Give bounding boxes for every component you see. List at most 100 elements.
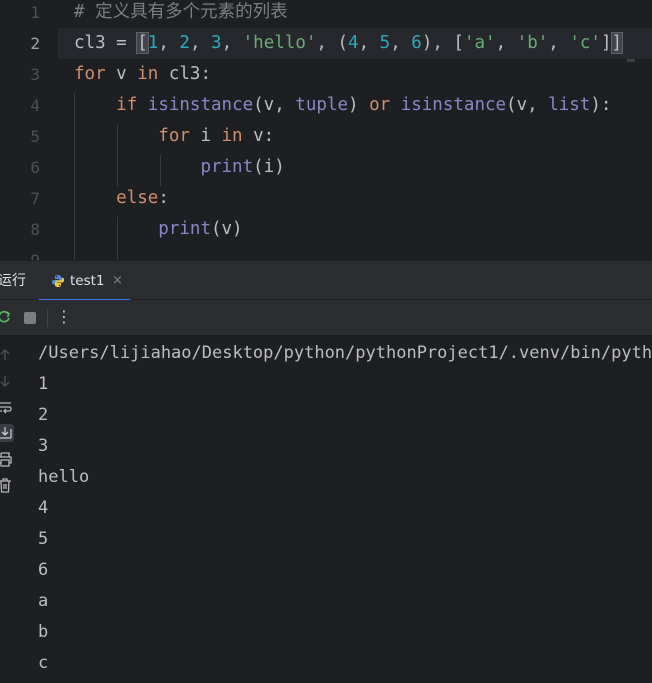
code-token: else — [116, 188, 159, 208]
line-number: 7 — [30, 189, 40, 208]
code-token: cl3 = — [74, 33, 138, 53]
line-number: 1 — [30, 3, 40, 22]
trash-icon[interactable] — [0, 476, 14, 494]
code-line[interactable]: else: — [74, 183, 652, 214]
code-token: print — [200, 157, 254, 177]
console-output-line: 3 — [38, 436, 49, 456]
console-output-line: 1 — [38, 374, 49, 394]
run-tabbar: 运行 test1 × — [0, 260, 652, 302]
run-toolbar: ⋮ — [0, 300, 652, 336]
code-token: 'hello' — [242, 33, 317, 53]
code-token: in — [137, 64, 159, 84]
tab-test1[interactable]: test1 × — [38, 261, 131, 302]
code-line[interactable]: cl3 = [1, 2, 3, 'hello', (4, 5, 6), ['a'… — [58, 28, 652, 59]
soft-wrap-icon[interactable] — [0, 398, 14, 416]
console-side-toolbar — [0, 336, 18, 683]
console-output-line: 2 — [38, 405, 49, 425]
console-output-line: 5 — [38, 529, 49, 549]
code-token: v: — [242, 126, 275, 146]
code-line[interactable]: print(v) — [74, 214, 652, 245]
python-file-icon — [52, 275, 64, 287]
code-token: 'c' — [569, 33, 601, 53]
code-token: i — [189, 126, 222, 146]
console-output[interactable]: /Users/lijiahao/Desktop/python/pythonPro… — [38, 336, 652, 683]
code-token: 1 — [147, 33, 159, 53]
code-token: : — [158, 188, 169, 208]
stop-icon[interactable] — [24, 312, 36, 324]
code-token: cl3: — [158, 64, 211, 84]
ide-window: 123456789# 定义具有多个元素的列表cl3 = [1, 2, 3, 'h… — [0, 0, 652, 683]
code-token: isinstance — [400, 95, 507, 115]
code-token: v — [105, 64, 138, 84]
run-tool-title: 运行 — [0, 273, 26, 289]
console-output-line: hello — [38, 467, 90, 487]
code-token: # 定义具有多个元素的列表 — [74, 2, 288, 22]
close-icon[interactable]: × — [112, 261, 123, 301]
code-token: , — [390, 33, 412, 53]
code-token: 4 — [348, 33, 359, 53]
arrow-up-icon[interactable] — [0, 346, 14, 364]
code-line[interactable]: if isinstance(v, tuple) or isinstance(v,… — [74, 90, 652, 121]
code-token: , — [189, 33, 212, 53]
console-output-line: a — [38, 591, 49, 611]
line-number: 2 — [30, 34, 40, 53]
code-token: or — [369, 95, 391, 115]
code-token: 6 — [411, 33, 422, 53]
code-line[interactable] — [74, 245, 652, 260]
code-token: 'a' — [463, 33, 496, 53]
code-token: (v) — [210, 219, 243, 239]
code-token: ) — [347, 95, 370, 115]
tab-label: test1 — [70, 273, 105, 289]
rerun-icon[interactable] — [0, 309, 12, 325]
line-number: 5 — [30, 127, 40, 146]
code-token: (v, — [506, 95, 549, 115]
code-token: (v, — [253, 95, 296, 115]
code-token: , — [358, 33, 380, 53]
code-token: , ( — [316, 33, 349, 53]
code-token: in — [221, 126, 243, 146]
code-token: 3 — [211, 33, 222, 53]
more-options-icon[interactable]: ⋮ — [56, 304, 72, 330]
print-icon[interactable] — [0, 450, 14, 468]
code-token: list — [548, 95, 591, 115]
line-number: 9 — [0, 245, 40, 260]
code-token: 2 — [179, 33, 190, 53]
code-token: if — [116, 95, 138, 115]
run-panel: 运行 test1 × ⋮ /Users/lijiahao/Desktop/pyt… — [0, 260, 652, 683]
console-command-line: /Users/lijiahao/Desktop/python/pythonPro… — [38, 343, 652, 363]
arrow-down-icon[interactable] — [0, 372, 14, 390]
code-token: for — [74, 64, 106, 84]
line-number: 3 — [30, 65, 40, 84]
console-output-line: c — [38, 653, 49, 673]
code-token: , — [548, 33, 570, 53]
line-number: 8 — [30, 220, 40, 239]
code-token: [ — [136, 32, 149, 54]
code-editor[interactable]: 123456789# 定义具有多个元素的列表cl3 = [1, 2, 3, 'h… — [0, 0, 652, 260]
code-token: ] — [610, 32, 624, 54]
toolbar-divider — [47, 309, 48, 327]
line-number: 6 — [30, 158, 40, 177]
code-token: ): — [590, 95, 612, 115]
code-token: tuple — [295, 95, 348, 115]
code-line[interactable]: for i in v: — [74, 121, 652, 152]
code-line[interactable]: # 定义具有多个元素的列表 — [74, 0, 652, 28]
code-token: , — [221, 33, 243, 53]
code-token: , — [158, 33, 180, 53]
code-line[interactable]: print(i) — [74, 152, 652, 183]
code-token: isinstance — [147, 95, 254, 115]
code-token: , — [495, 33, 517, 53]
scroll-to-end-icon[interactable] — [0, 424, 14, 442]
code-token: 'b' — [516, 33, 549, 53]
code-token: for — [158, 126, 190, 146]
line-number: 4 — [30, 96, 40, 115]
code-token: ] — [600, 33, 612, 53]
code-token: 5 — [379, 33, 391, 53]
console-output-line: b — [38, 622, 49, 642]
code-line[interactable]: for v in cl3: — [74, 59, 652, 90]
